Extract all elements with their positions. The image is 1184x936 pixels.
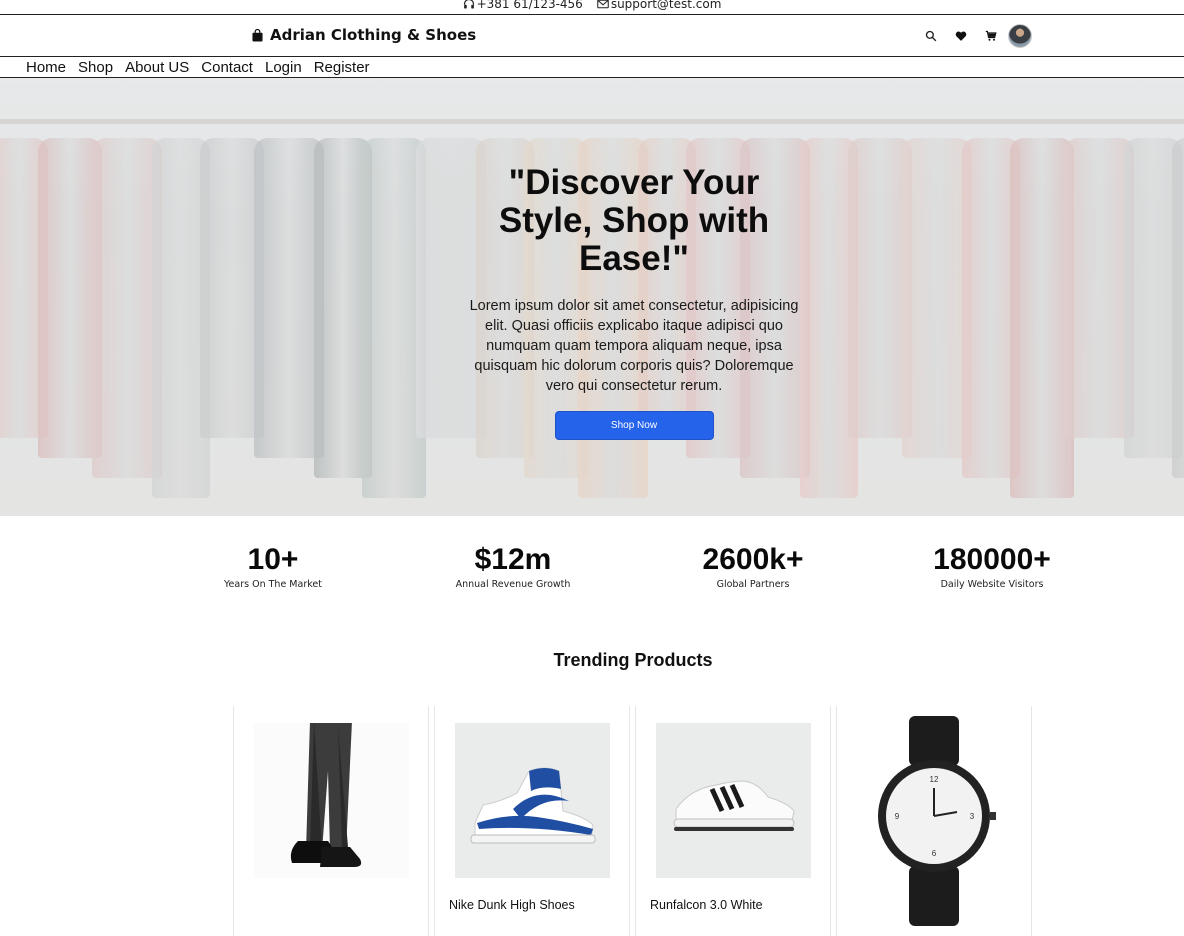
stat-value: $12m — [474, 543, 552, 576]
nav-about[interactable]: About US — [125, 59, 189, 76]
shop-now-button[interactable]: Shop Now — [554, 411, 714, 440]
stat-years: 10+ Years On The Market — [153, 543, 393, 590]
nav-login[interactable]: Login — [265, 59, 302, 76]
stat-value: 180000+ — [933, 543, 1051, 576]
product-name[interactable]: Runfalcon 3.0 White — [650, 898, 763, 912]
hero-banner: "Discover Your Style, Shop with Ease!" L… — [0, 78, 1184, 516]
product-image-nike-dunk[interactable] — [455, 723, 610, 878]
stat-partners: 2600k+ Global Partners — [633, 543, 873, 590]
stat-revenue: $12m Annual Revenue Growth — [393, 543, 633, 590]
jeans-boots-image — [290, 723, 362, 867]
header-actions — [916, 24, 1032, 48]
sneaker-image — [470, 767, 596, 844]
nav-register[interactable]: Register — [314, 59, 370, 76]
nav-home[interactable]: Home — [26, 59, 66, 76]
headset-icon — [463, 0, 474, 9]
contact-bar: +381 61/123-456 support@test.com — [0, 0, 1184, 15]
watch-image: 12 6 3 9 — [878, 716, 996, 926]
trending-title: Trending Products — [553, 650, 713, 670]
product-name[interactable]: Nike Dunk High Shoes — [449, 898, 575, 912]
wishlist-button[interactable] — [946, 25, 976, 47]
email-contact[interactable]: support@test.com — [597, 0, 722, 11]
nav-contact[interactable]: Contact — [201, 59, 253, 76]
running-shoe-image — [673, 780, 795, 831]
hero-title: "Discover Your Style, Shop with Ease!" — [498, 163, 770, 278]
email-address: support@test.com — [610, 0, 722, 11]
stat-label: Annual Revenue Growth — [455, 579, 571, 590]
hero-content: "Discover Your Style, Shop with Ease!" L… — [450, 164, 818, 440]
nav-shop[interactable]: Shop — [78, 59, 113, 76]
product-card[interactable]: Nike Dunk High Shoes — [434, 706, 630, 936]
stat-visitors: 180000+ Daily Website Visitors — [872, 543, 1112, 590]
search-icon — [925, 30, 937, 42]
product-card[interactable]: Runfalcon 3.0 White — [635, 706, 831, 936]
product-card[interactable]: 12 6 3 9 — [836, 706, 1032, 936]
search-button[interactable] — [916, 25, 946, 47]
site-header: Adrian Clothing & Shoes — [0, 15, 1184, 57]
main-nav: Home Shop About US Contact Login Registe… — [0, 57, 1184, 78]
svg-text:9: 9 — [895, 812, 900, 821]
brand-name: Adrian Clothing & Shoes — [270, 26, 477, 44]
stat-label: Daily Website Visitors — [940, 579, 1044, 590]
heart-icon — [955, 31, 967, 41]
stat-label: Years On The Market — [224, 579, 322, 590]
product-card[interactable] — [233, 706, 429, 936]
product-image-jeans[interactable] — [254, 723, 409, 878]
brand-logo[interactable]: Adrian Clothing & Shoes — [252, 26, 476, 44]
cart-icon — [985, 30, 997, 41]
stat-label: Global Partners — [716, 579, 790, 590]
shopping-bag-icon — [252, 28, 263, 41]
avatar[interactable] — [1008, 24, 1032, 48]
svg-text:3: 3 — [970, 812, 975, 821]
phone-contact[interactable]: +381 61/123-456 — [463, 0, 583, 10]
svg-text:12: 12 — [930, 775, 939, 784]
product-image-runfalcon[interactable] — [656, 723, 811, 878]
stat-value: 10+ — [247, 543, 299, 576]
phone-number: +381 61/123-456 — [476, 0, 583, 11]
stat-value: 2600k+ — [702, 543, 804, 576]
hero-description: Lorem ipsum dolor sit amet consectetur, … — [469, 298, 799, 394]
svg-text:6: 6 — [932, 849, 937, 858]
product-image-watch[interactable]: 12 6 3 9 — [857, 716, 1012, 926]
cart-button[interactable] — [976, 25, 1006, 47]
envelope-icon — [597, 0, 609, 9]
